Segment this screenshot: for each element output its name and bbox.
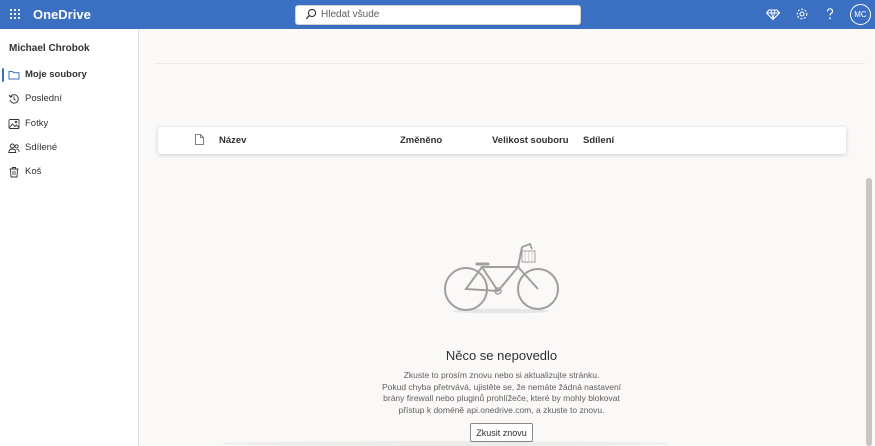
bicycle-illustration xyxy=(444,242,559,314)
column-header-sharing[interactable]: Sdílení xyxy=(583,135,614,146)
column-header-file-size[interactable]: Velikost souboru xyxy=(492,135,569,146)
user-name: Michael Chrobok xyxy=(9,43,90,54)
retry-button[interactable]: Zkusit znovu xyxy=(470,423,533,442)
search-input[interactable] xyxy=(321,7,571,22)
scrollbar[interactable] xyxy=(866,178,872,446)
file-type-icon[interactable] xyxy=(195,134,204,145)
file-list-header: Název Změněno Velikost souboru Sdílení xyxy=(158,127,846,154)
error-description: Zkuste to prosím znovu nebo si aktualizu… xyxy=(370,370,633,416)
sidebar-item-recent[interactable]: Poslední xyxy=(0,89,138,109)
sidebar-item-label: Fotky xyxy=(25,118,49,129)
top-bar: OneDrive MC xyxy=(0,0,875,29)
error-title: Něco se nepovedlo xyxy=(445,348,558,363)
shared-people-icon xyxy=(8,143,20,153)
trash-icon xyxy=(9,167,19,178)
active-indicator xyxy=(2,68,4,82)
sidebar-item-label: Poslední xyxy=(25,93,62,104)
photos-icon xyxy=(8,119,20,129)
command-bar-divider xyxy=(155,63,865,64)
search-box[interactable] xyxy=(295,5,581,25)
sidebar: Michael Chrobok Moje soubory Poslední Fo… xyxy=(0,29,139,446)
column-header-modified[interactable]: Změněno xyxy=(400,135,442,146)
help-icon[interactable] xyxy=(822,6,838,22)
sidebar-item-label: Sdílené xyxy=(25,142,58,153)
sidebar-item-recycle-bin[interactable]: Koš xyxy=(0,162,138,182)
history-icon xyxy=(8,94,19,104)
error-line: Pokud chyba přetrvává, ujistěte se, že n… xyxy=(381,381,622,392)
avatar[interactable]: MC xyxy=(850,4,871,25)
settings-gear-icon[interactable] xyxy=(794,6,810,22)
error-line: brány firewall nebo pluginů prohlížeče, … xyxy=(383,393,620,403)
sidebar-item-shared[interactable]: Sdílené xyxy=(0,138,138,158)
premium-diamond-icon[interactable] xyxy=(765,6,781,22)
bottom-shadow xyxy=(220,441,670,446)
folder-icon xyxy=(8,71,20,80)
sidebar-item-photos[interactable]: Fotky xyxy=(0,114,138,134)
column-header-name[interactable]: Název xyxy=(219,135,246,146)
app-title[interactable]: OneDrive xyxy=(33,7,91,22)
sidebar-item-label: Koš xyxy=(25,166,42,177)
app-launcher-icon[interactable] xyxy=(9,8,21,20)
error-line: Zkuste to prosím znovu nebo si aktualizu… xyxy=(403,370,600,380)
sidebar-item-my-files[interactable]: Moje soubory xyxy=(0,65,138,85)
error-line: přístup k doméně api.onedrive.com, a zku… xyxy=(398,404,605,415)
sidebar-item-label: Moje soubory xyxy=(25,69,87,80)
search-icon xyxy=(305,8,317,20)
